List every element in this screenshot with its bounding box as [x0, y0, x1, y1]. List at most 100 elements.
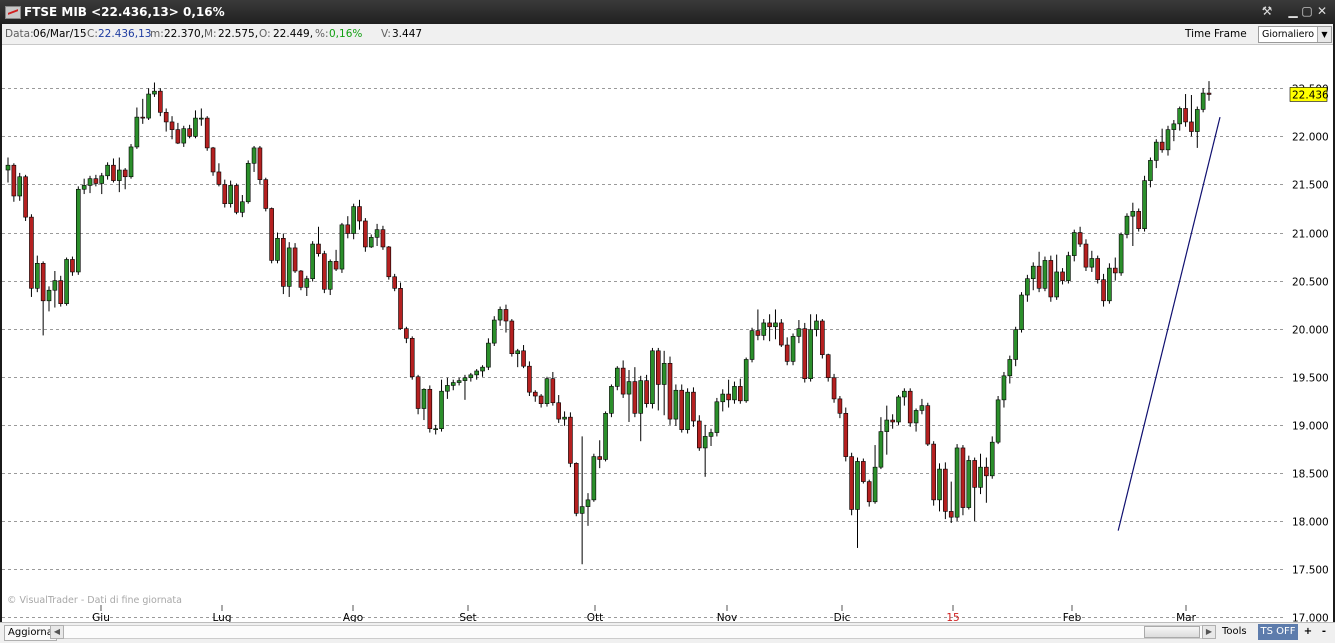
candle-body [749, 330, 755, 360]
candle [954, 444, 960, 522]
candle-body [1025, 278, 1030, 296]
candle-body [931, 443, 936, 501]
candle-body [1206, 92, 1212, 95]
candle-body [1130, 211, 1136, 217]
x-tick-label: 15 [946, 612, 959, 622]
candle [796, 320, 802, 344]
candle [64, 257, 69, 306]
restore-icon[interactable]: ▢ [1299, 3, 1315, 20]
x-tick-label: Lug [213, 612, 232, 622]
candle [404, 326, 409, 344]
zoom-in-button[interactable]: + [1302, 624, 1314, 640]
candle [1183, 94, 1188, 127]
pct-label: %: [315, 28, 329, 40]
candle [427, 385, 433, 433]
candle [298, 270, 304, 291]
candle-body [1001, 375, 1007, 401]
zoom-out-button[interactable]: - [1318, 624, 1330, 640]
candle [585, 493, 591, 526]
y-tick-label: 18.500 [1292, 469, 1329, 481]
candle-body [732, 386, 737, 401]
candle-body [890, 419, 895, 423]
candle-body [907, 390, 913, 424]
candle [902, 388, 907, 406]
candle [1107, 263, 1112, 304]
candle-body [661, 363, 667, 385]
candle [222, 179, 228, 208]
candle [1089, 250, 1095, 272]
candle [421, 388, 427, 421]
tools-icon[interactable]: ⚒ [1259, 3, 1275, 20]
trendline [1117, 116, 1221, 531]
candle [1194, 106, 1200, 148]
candle-body [392, 276, 397, 289]
candle [374, 223, 380, 246]
candle [199, 108, 204, 126]
candle [1130, 202, 1136, 246]
candle-body [64, 259, 69, 304]
candle [251, 145, 257, 172]
timeframe-select[interactable]: Giornaliero ▼ [1258, 26, 1332, 43]
horizontal-scrollbar[interactable] [64, 625, 1202, 639]
candle [509, 319, 515, 357]
candle [1025, 274, 1030, 302]
chart-app-icon [5, 6, 21, 19]
candle-body [263, 179, 269, 209]
candle [117, 157, 122, 193]
candlestick-chart[interactable]: 17.000 17.500 18.000 18.500 19.000 19.500 20.0… [2, 45, 1333, 622]
candle [726, 379, 731, 408]
tools-button[interactable]: Tools [1222, 625, 1247, 639]
scroll-left-icon[interactable]: ◀ [50, 625, 64, 639]
candle-body [937, 468, 942, 501]
candle-body [456, 380, 462, 383]
candle [386, 245, 392, 280]
candle [527, 361, 532, 397]
candle [193, 110, 198, 139]
close-icon[interactable]: ✕ [1314, 3, 1330, 20]
candle [23, 174, 28, 221]
candle [849, 452, 854, 516]
candle [556, 395, 562, 423]
candle [81, 178, 87, 195]
candle [966, 455, 972, 510]
candle [486, 338, 491, 371]
ts-off-button[interactable]: TS OFF [1258, 624, 1298, 640]
candle-body [46, 289, 52, 302]
candle [1060, 268, 1065, 285]
candle [140, 98, 146, 124]
candle [650, 347, 655, 409]
pct-value: 0,16% [329, 28, 363, 40]
candle [105, 162, 110, 180]
candle-body [175, 129, 181, 144]
candle [316, 226, 321, 257]
chart-area[interactable]: 17.000 17.500 18.000 18.500 19.000 19.500 20.0… [2, 45, 1333, 622]
candle-body [1060, 271, 1065, 281]
candle-body [943, 468, 948, 512]
candle [491, 316, 497, 347]
candle-body [52, 280, 58, 291]
watermark-text: © VisualTrader - Dati di fine giornata [7, 595, 182, 606]
candle [17, 172, 23, 201]
candle-body [1019, 294, 1024, 330]
candle-body [872, 466, 878, 503]
candle-body [984, 466, 989, 477]
open-value: 22.449, [273, 28, 314, 40]
candle-body [667, 363, 673, 420]
y-tick-label: 18.000 [1292, 517, 1329, 529]
candle [913, 408, 919, 432]
y-tick-label: 17.500 [1292, 565, 1329, 577]
candle-body [573, 463, 579, 514]
x-tick-label: Dic [834, 612, 851, 622]
candle-body [720, 393, 726, 403]
candle [497, 306, 503, 326]
candle-body [1194, 109, 1200, 132]
dropdown-arrow-icon[interactable]: ▼ [1317, 27, 1331, 42]
candle [837, 396, 843, 419]
candle [234, 183, 239, 215]
scroll-right-icon[interactable]: ▶ [1202, 625, 1216, 639]
refresh-button[interactable]: Aggiorna [4, 625, 57, 641]
candle-body [409, 338, 415, 378]
scrollbar-thumb[interactable] [1144, 626, 1200, 638]
candle [99, 172, 105, 195]
candle-body [93, 178, 99, 184]
